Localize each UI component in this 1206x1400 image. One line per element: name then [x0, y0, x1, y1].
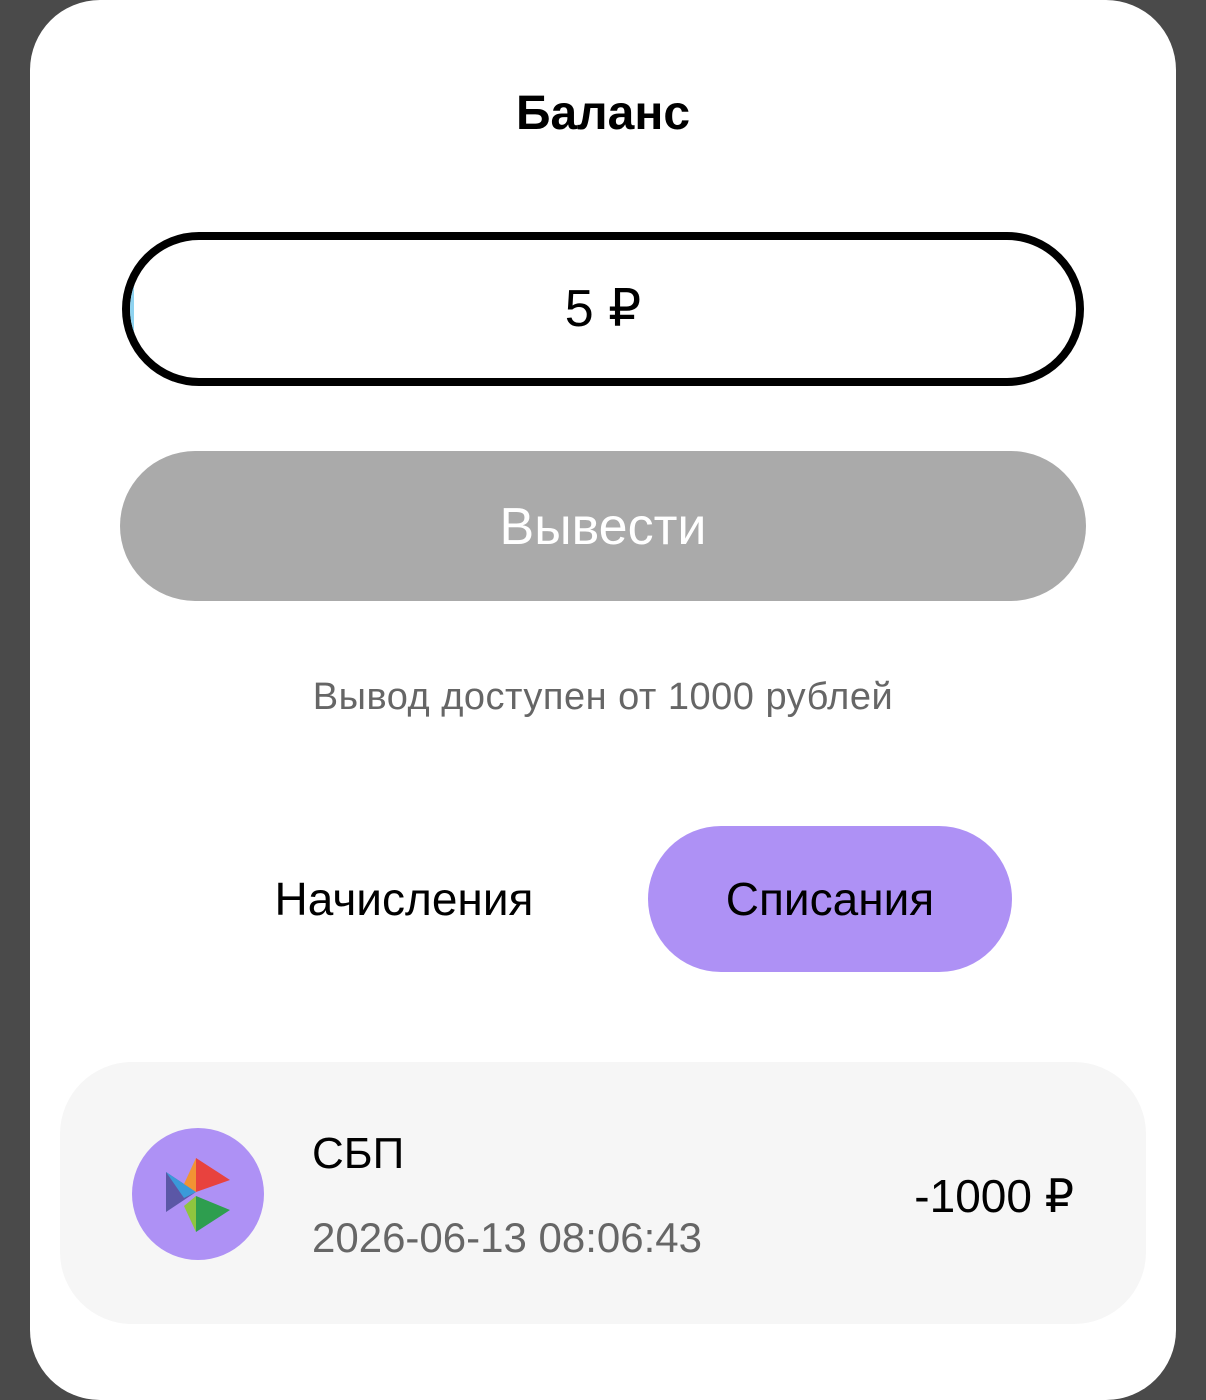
sbp-logo-icon: [166, 1158, 230, 1232]
transaction-card[interactable]: СБП 2026-06-13 08:06:43 -1000 ₽: [60, 1062, 1146, 1324]
transaction-title: СБП: [312, 1129, 405, 1178]
tab-debits[interactable]: Списания: [648, 826, 1012, 972]
withdraw-hint: Вывод доступен от 1000 рублей: [312, 676, 894, 718]
withdraw-button[interactable]: Вывести: [120, 451, 1086, 601]
balance-value: 5 ₽: [564, 280, 642, 338]
transaction-date: 2026-06-13 08:06:43: [312, 1214, 702, 1261]
balance-sheet: Баланс 5 ₽ Вывести Вывод доступен от 100…: [30, 0, 1176, 1400]
page-title: Баланс: [515, 87, 691, 140]
tab-income[interactable]: Начисления: [232, 826, 576, 972]
balance-field: 5 ₽: [122, 232, 1084, 386]
transaction-avatar: [132, 1128, 264, 1260]
transaction-amount: -1000 ₽: [914, 1170, 1074, 1222]
